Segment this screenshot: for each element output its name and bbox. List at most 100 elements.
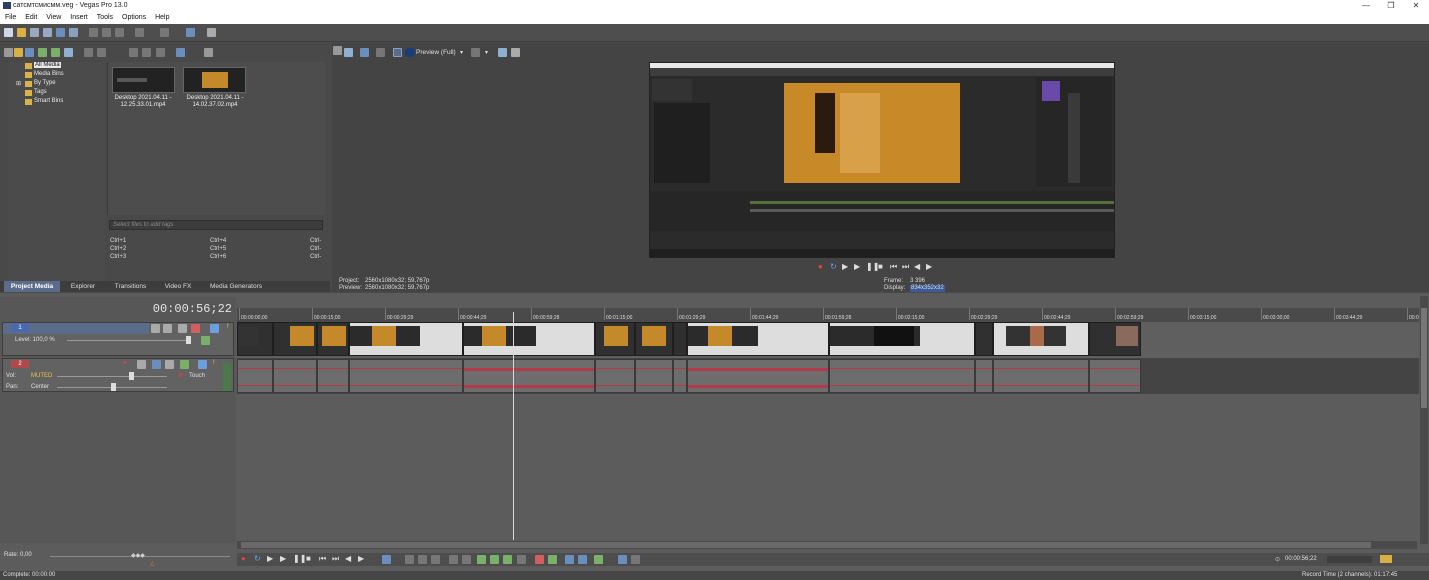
pan-slider-thumb[interactable] (111, 383, 116, 391)
audio-clip[interactable] (237, 359, 273, 393)
menu-file[interactable]: File (5, 12, 16, 24)
trim-icon[interactable] (462, 555, 471, 564)
track-motion-icon[interactable] (151, 324, 160, 333)
video-clip[interactable] (673, 322, 687, 356)
automation-mode[interactable]: Touch (189, 373, 205, 379)
record-icon[interactable]: ● (818, 263, 825, 271)
tree-item-all-media[interactable]: All Media (34, 62, 61, 68)
menu-tools[interactable]: Tools (97, 12, 113, 24)
play-icon[interactable]: ▶ (280, 555, 287, 563)
go-to-end-icon[interactable]: ⏭ (332, 555, 339, 563)
views-icon[interactable] (176, 48, 185, 57)
overlays-icon[interactable] (471, 48, 480, 57)
horizontal-scrollbar[interactable] (237, 541, 1417, 549)
tags-input[interactable]: Select files to add tags (109, 220, 323, 230)
audio-clip[interactable] (273, 359, 317, 393)
remove-icon[interactable] (84, 48, 93, 57)
close-preview-icon[interactable] (333, 46, 342, 55)
lock-icon[interactable] (517, 555, 526, 564)
snapping-icon[interactable] (565, 555, 574, 564)
play-from-start-icon[interactable]: ▶ (267, 555, 274, 563)
tree-item-by-type[interactable]: By Type (34, 80, 56, 86)
timecode-display[interactable]: 00:00:56;22 (120, 302, 232, 316)
menu-insert[interactable]: Insert (70, 12, 88, 24)
chevron-down-icon[interactable]: ▾ (460, 49, 463, 56)
audio-clip[interactable] (993, 359, 1089, 393)
video-clip[interactable] (349, 322, 463, 356)
auto-preview-icon[interactable] (129, 48, 138, 57)
rate-slider-thumb[interactable]: ◆◆◆ (131, 552, 145, 559)
expand-icon[interactable]: ⊞ (16, 80, 21, 87)
loop-icon[interactable] (156, 48, 165, 57)
get-media-icon[interactable] (38, 48, 47, 57)
pause-icon[interactable]: ❚❚ (293, 555, 306, 563)
normal-edit-tool-icon[interactable] (382, 555, 391, 564)
loop-playback-icon[interactable]: ↻ (254, 555, 261, 563)
track-fx-icon[interactable] (163, 324, 172, 333)
tab-explorer[interactable]: Explorer (62, 281, 104, 292)
preview-quality-dropdown[interactable]: Preview (Full) (416, 49, 456, 56)
bus-icon[interactable] (180, 360, 189, 369)
save-as-icon[interactable] (43, 28, 52, 37)
go-to-end-icon[interactable]: ⏭ (902, 263, 909, 271)
video-clip[interactable] (829, 322, 975, 356)
audio-clip[interactable] (595, 359, 635, 393)
ignore-grouping-icon[interactable] (631, 555, 640, 564)
media-file-label[interactable]: Desktop 2021.04.11 - 12.25.33.01.mp4 (108, 95, 178, 109)
capture-icon[interactable] (25, 48, 34, 57)
arm-record-icon[interactable]: ● (123, 360, 127, 366)
tree-item-smart-bins[interactable]: Smart Bins (34, 98, 63, 104)
play-from-start-icon[interactable]: ▶ (842, 263, 849, 271)
menu-help[interactable]: Help (155, 12, 169, 24)
close-button[interactable]: ✕ (1411, 1, 1421, 11)
audio-clip[interactable] (975, 359, 993, 393)
media-properties-icon[interactable] (64, 48, 73, 57)
copy-snapshot-icon[interactable] (498, 48, 507, 57)
zoom-slider[interactable] (1327, 556, 1372, 563)
stop-icon[interactable] (142, 48, 151, 57)
next-frame-icon[interactable]: ▶ (358, 555, 365, 563)
level-slider-track[interactable] (67, 340, 187, 341)
tab-project-media[interactable]: Project Media (4, 281, 60, 292)
vol-slider-track[interactable] (57, 376, 167, 377)
close-panel-icon[interactable] (4, 48, 13, 57)
lock-envelopes-icon[interactable] (618, 555, 627, 564)
media-thumbnail[interactable] (112, 67, 175, 93)
loop-playback-icon[interactable]: ↻ (830, 263, 837, 271)
audio-clip[interactable] (687, 359, 829, 393)
audio-clip[interactable] (829, 359, 975, 393)
composite-mode-icon[interactable] (178, 324, 187, 333)
audio-track-header[interactable]: 2 ● ! Vol: MUTED ⚙ Touch Pan: Center (2, 358, 234, 392)
video-clip[interactable] (317, 322, 349, 356)
solo-icon[interactable]: ! (227, 324, 229, 330)
record-icon[interactable]: ● (241, 555, 248, 563)
video-track[interactable] (237, 322, 1419, 358)
pause-icon[interactable]: ❚❚ (866, 263, 879, 271)
trim-end-icon[interactable] (490, 555, 499, 564)
import-media-icon[interactable] (14, 48, 23, 57)
previous-frame-icon[interactable]: ◀ (345, 555, 352, 563)
delete-icon[interactable] (449, 555, 458, 564)
stop-icon[interactable]: ■ (878, 263, 885, 271)
video-clip[interactable] (1089, 322, 1141, 356)
save-snapshot-icon[interactable] (511, 48, 520, 57)
chevron-down-icon[interactable]: ▾ (485, 49, 488, 56)
settings-icon[interactable] (191, 324, 200, 333)
media-file-label[interactable]: Desktop 2021.04.11 - 14.02.37.02.mp4 (180, 95, 250, 109)
video-clip[interactable] (237, 322, 273, 356)
mute-icon[interactable] (198, 360, 207, 369)
preview-quality-icon[interactable] (405, 48, 415, 57)
preview-properties-icon[interactable] (344, 48, 353, 57)
menu-options[interactable]: Options (122, 12, 146, 24)
stop-icon[interactable]: ■ (306, 555, 313, 563)
audio-clip[interactable] (673, 359, 687, 393)
solo-icon[interactable]: ! (213, 360, 215, 366)
go-to-start-icon[interactable]: ⏮ (890, 263, 897, 271)
tree-item-media-bins[interactable]: Media Bins (34, 71, 64, 77)
redo-icon[interactable] (160, 28, 169, 37)
audio-clip[interactable] (349, 359, 463, 393)
video-clip[interactable] (975, 322, 993, 356)
marker-icon[interactable] (535, 555, 544, 564)
video-clip[interactable] (635, 322, 673, 356)
tab-transitions[interactable]: Transitions (108, 281, 153, 292)
